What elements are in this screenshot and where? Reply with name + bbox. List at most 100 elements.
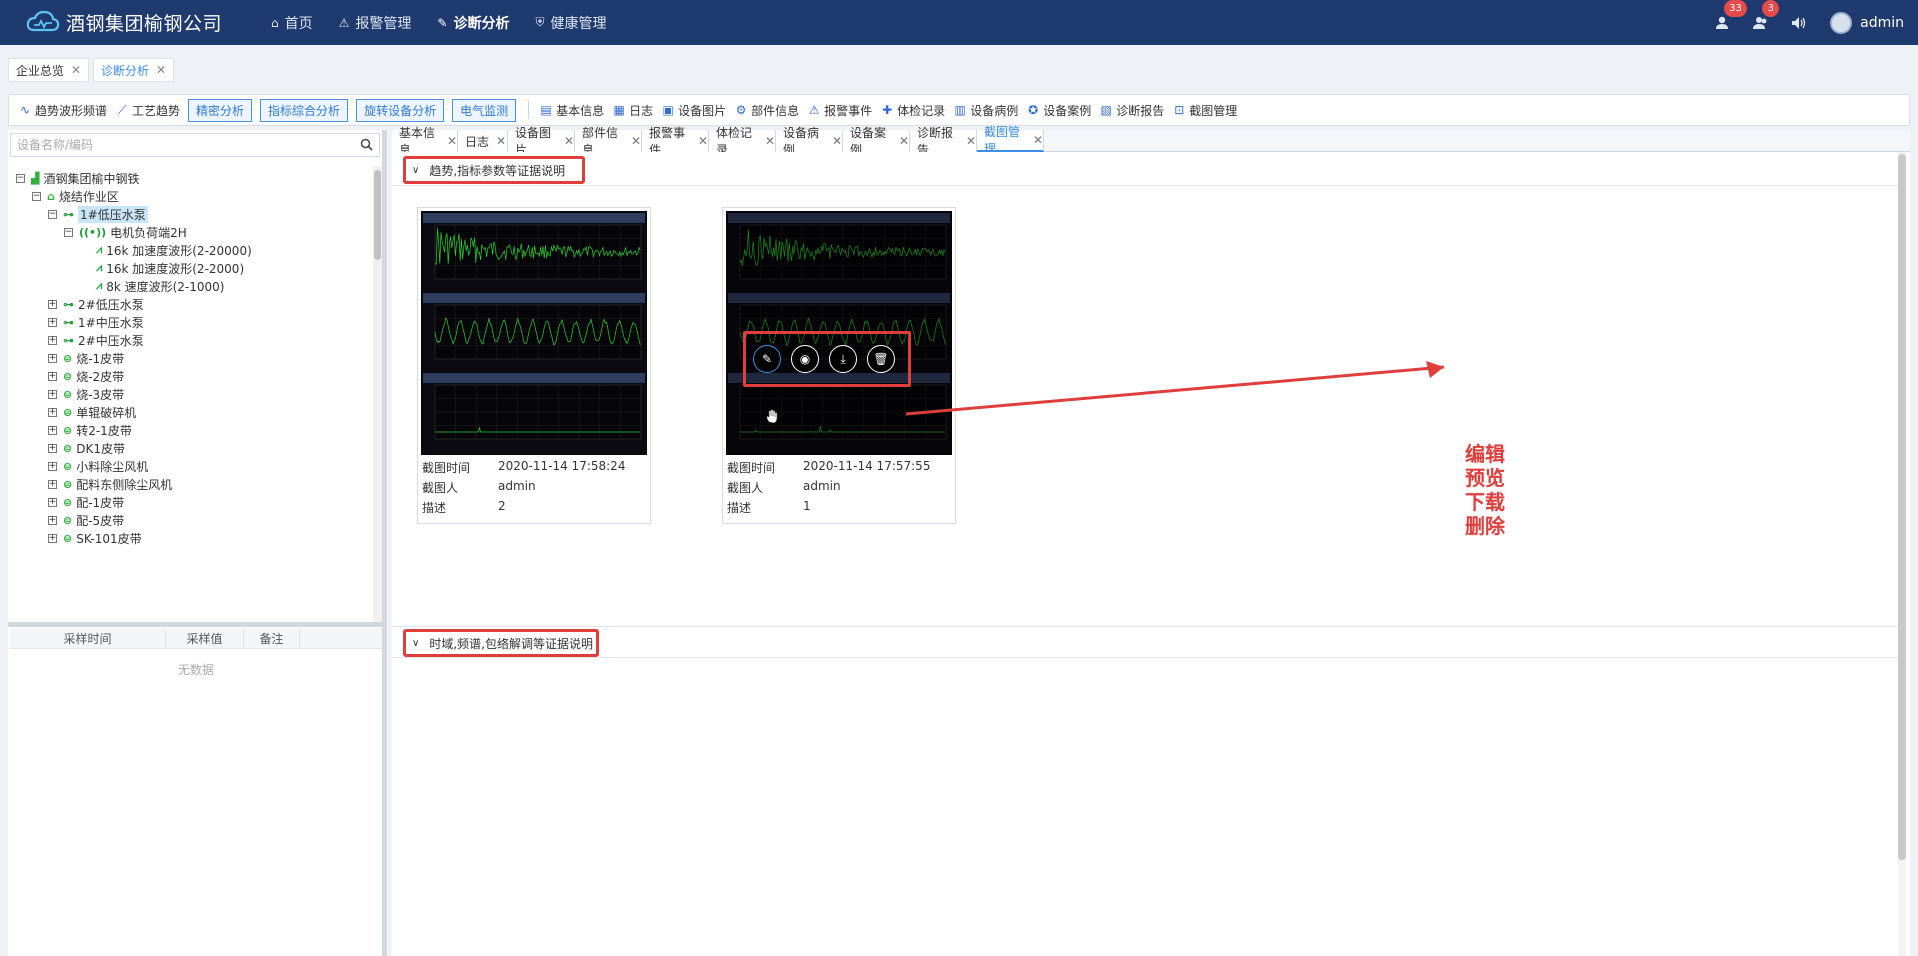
toolbar-item-label: 设备病例 — [970, 103, 1019, 118]
content-scrollbar[interactable] — [1898, 152, 1906, 956]
toolbar-item[interactable]: ✚ 体检记录 — [880, 102, 945, 119]
detail-tab[interactable]: 部件信息 ✕ — [575, 126, 642, 157]
close-icon[interactable]: ✕ — [631, 134, 641, 148]
hand-cursor-icon — [766, 409, 778, 424]
search-icon[interactable] — [360, 138, 373, 151]
nav-item-0[interactable]: ⌂ 首页 — [258, 0, 326, 45]
toolbar-item[interactable]: ▦ 日志 — [612, 102, 653, 119]
edit-button[interactable]: ✎ — [753, 345, 781, 373]
close-icon[interactable]: ✕ — [832, 134, 842, 148]
tree-node[interactable]: + ⊜ SK-101皮带 — [48, 527, 142, 549]
analysis-button[interactable]: 旋转设备分析 — [356, 98, 445, 122]
expand-icon[interactable]: + — [48, 425, 57, 435]
nav-item-1[interactable]: ⚠ 报警管理 — [326, 0, 425, 45]
toolbar-item[interactable]: ▣ 设备图片 — [661, 102, 726, 119]
collapse-icon[interactable]: − — [64, 227, 73, 237]
analysis-button[interactable]: 精密分析 — [188, 98, 253, 122]
expand-icon[interactable]: + — [48, 515, 57, 525]
user-menu[interactable]: admin — [1830, 11, 1904, 34]
page-tab-overview[interactable]: 企业总览 ✕ — [8, 58, 90, 82]
screenshot-thumbnail[interactable] — [421, 211, 647, 455]
scrollbar-thumb[interactable] — [374, 170, 381, 260]
section-toggle[interactable]: ∨ 趋势,指标参数等证据说明 — [403, 156, 585, 184]
close-icon[interactable]: ✕ — [71, 63, 81, 77]
expand-icon[interactable]: + — [48, 407, 57, 417]
tree-scrollbar[interactable] — [373, 166, 382, 622]
expand-icon[interactable]: + — [48, 335, 57, 345]
toolbar-item[interactable]: ⟋ 工艺趋势 — [115, 102, 180, 119]
detail-tabs: 基本信息 ✕ 日志 ✕ 设备图片 ✕ 部件信息 ✕ 报警事件 ✕ 体检记录 ✕ 设备病例 ✕ 设备案例 ✕ 诊断… — [392, 125, 1910, 157]
toolbar-item[interactable]: ⚠ 报警事件 — [807, 102, 872, 119]
tab-label: 日志 — [465, 134, 490, 149]
detail-tab[interactable]: 诊断报告 ✕ — [910, 126, 977, 157]
collapse-icon[interactable]: − — [48, 209, 57, 219]
download-button[interactable]: ⤓ — [829, 345, 857, 373]
detail-tab[interactable]: 截图管理 ✕ — [977, 125, 1044, 156]
toolbar-item[interactable]: ⚙ 部件信息 — [734, 102, 799, 119]
section-toggle[interactable]: ∨ 时域,频谱,包络解调等证据说明 — [403, 629, 599, 657]
nav-item-3[interactable]: ⛨ 健康管理 — [522, 0, 619, 45]
analysis-button[interactable]: 指标综合分析 — [260, 98, 349, 122]
detail-tab[interactable]: 设备病例 ✕ — [776, 126, 843, 157]
close-icon[interactable]: ✕ — [1033, 133, 1043, 147]
screenshot-card[interactable]: 截图时间 2020-11-14 17:58:24 截图人 admin 描述 2 — [417, 207, 651, 524]
expand-icon[interactable]: + — [48, 533, 57, 543]
cloud-logo-icon — [26, 10, 60, 32]
expand-icon[interactable]: + — [48, 461, 57, 471]
column-header[interactable]: 采样值 — [166, 628, 244, 648]
collapse-icon[interactable]: − — [32, 191, 41, 201]
search-input[interactable] — [11, 134, 341, 156]
nav-item-2[interactable]: ✎ 诊断分析 — [424, 0, 522, 45]
close-icon[interactable]: ✕ — [156, 63, 166, 77]
scrollbar-thumb[interactable] — [1898, 154, 1906, 860]
close-icon[interactable]: ✕ — [564, 134, 574, 148]
expand-icon[interactable]: + — [48, 389, 57, 399]
expand-icon[interactable]: + — [48, 299, 57, 309]
toolbar-item[interactable]: ⊡ 截图管理 — [1172, 102, 1237, 119]
column-header[interactable]: 备注 — [244, 628, 300, 648]
detail-tab[interactable]: 体检记录 ✕ — [709, 126, 776, 157]
document-icon: ▤ — [540, 103, 552, 117]
sound-button[interactable] — [1780, 0, 1818, 45]
toolbar-item[interactable]: ✪ 设备案例 — [1026, 102, 1091, 119]
trend-chart-icon: ⟋ — [117, 102, 127, 117]
user-name: admin — [1860, 14, 1904, 31]
alerts-button[interactable]: 33 — [1704, 0, 1747, 45]
toolbar-item[interactable]: ∿ 趋势波形频谱 — [18, 102, 107, 119]
collapse-icon[interactable]: − — [16, 173, 25, 183]
column-header[interactable]: 采样时间 — [10, 628, 166, 648]
detail-tab[interactable]: 基本信息 ✕ — [392, 126, 458, 157]
expand-icon[interactable]: + — [48, 497, 57, 507]
expand-icon[interactable]: + — [48, 371, 57, 381]
delete-button[interactable]: 🗑 — [867, 345, 895, 373]
close-icon[interactable]: ✕ — [899, 134, 909, 148]
detail-tab[interactable]: 报警事件 ✕ — [642, 126, 709, 157]
analysis-button[interactable]: 电气监测 — [452, 98, 517, 122]
screenshot-time: 2020-11-14 17:58:24 — [498, 459, 626, 473]
expand-icon[interactable]: + — [48, 317, 57, 327]
close-icon[interactable]: ✕ — [765, 134, 775, 148]
pump-icon: ⊶ — [63, 207, 74, 221]
expand-icon[interactable]: + — [48, 353, 57, 363]
toolbar-item-label: 日志 — [629, 103, 654, 118]
page-tab-diagnosis[interactable]: 诊断分析 ✕ — [93, 58, 175, 82]
detail-tab[interactable]: 设备案例 ✕ — [843, 126, 910, 157]
app-logo[interactable]: 酒钢集团榆钢公司 — [26, 8, 222, 36]
panel-splitter[interactable] — [8, 622, 382, 627]
toolbar-item[interactable]: ▥ 设备病例 — [953, 102, 1019, 119]
image-icon: ▣ — [662, 103, 674, 117]
close-icon[interactable]: ✕ — [447, 134, 457, 148]
expand-icon[interactable]: + — [48, 479, 57, 489]
expand-icon[interactable]: + — [48, 443, 57, 453]
close-icon[interactable]: ✕ — [966, 134, 976, 148]
messages-button[interactable]: 3 — [1742, 0, 1780, 45]
close-icon[interactable]: ✕ — [698, 134, 708, 148]
detail-tab[interactable]: 设备图片 ✕ — [508, 126, 575, 157]
toolbar-item[interactable]: ▧ 诊断报告 — [1099, 102, 1165, 119]
preview-button[interactable]: ◉ — [791, 345, 819, 373]
close-icon[interactable]: ✕ — [496, 134, 506, 148]
tree-node-label: 转2-1皮带 — [76, 423, 132, 438]
toolbar-item[interactable]: ▤ 基本信息 — [539, 102, 604, 119]
chevron-down-icon: ∨ — [412, 164, 420, 176]
detail-tab[interactable]: 日志 ✕ — [458, 130, 508, 152]
